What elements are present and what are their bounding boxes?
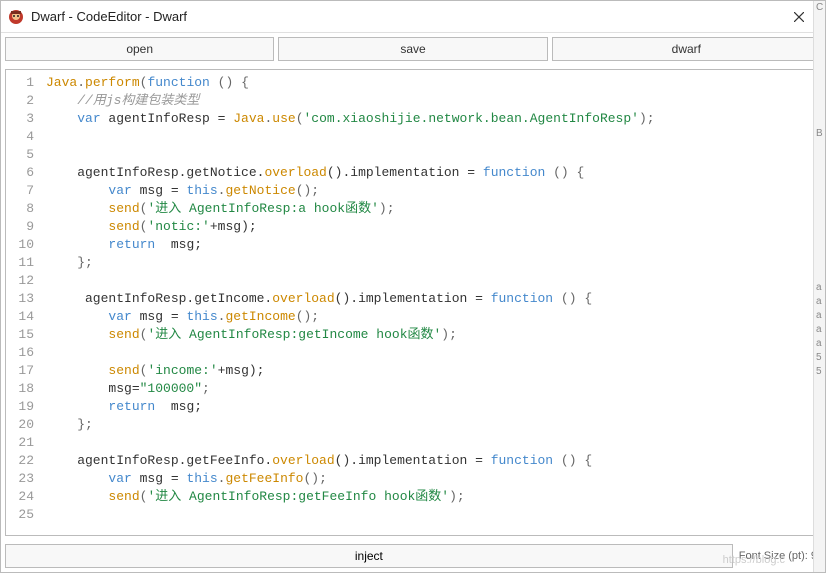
- code-line[interactable]: };: [46, 416, 655, 434]
- inject-button[interactable]: inject: [5, 544, 733, 568]
- code-line[interactable]: send('进入 AgentInfoResp:a hook函数');: [46, 200, 655, 218]
- code-line[interactable]: var agentInfoResp = Java.use('com.xiaosh…: [46, 110, 655, 128]
- code-line[interactable]: [46, 434, 655, 452]
- titlebar: Dwarf - CodeEditor - Dwarf: [1, 1, 825, 33]
- dwarf-button[interactable]: dwarf: [552, 37, 821, 61]
- code-line[interactable]: agentInfoResp.getNotice.overload().imple…: [46, 164, 655, 182]
- toolbar: open save dwarf: [1, 33, 825, 65]
- editor-window: Dwarf - CodeEditor - Dwarf open save dwa…: [0, 0, 826, 573]
- code-editor[interactable]: 1234567891011121314151617181920212223242…: [5, 69, 821, 536]
- code-line[interactable]: //用js构建包装类型: [46, 92, 655, 110]
- line-gutter: 1234567891011121314151617181920212223242…: [6, 70, 42, 528]
- code-body[interactable]: Java.perform(function () { //用js构建包装类型 v…: [42, 70, 663, 528]
- code-line[interactable]: agentInfoResp.getFeeInfo.overload().impl…: [46, 452, 655, 470]
- dwarf-app-icon: [7, 8, 25, 26]
- code-line[interactable]: return msg;: [46, 236, 655, 254]
- code-line[interactable]: [46, 344, 655, 362]
- code-line[interactable]: [46, 272, 655, 290]
- bottom-bar: inject Font Size (pt): 9: [1, 540, 825, 572]
- code-line[interactable]: var msg = this.getIncome();: [46, 308, 655, 326]
- code-line[interactable]: [46, 506, 655, 524]
- code-line[interactable]: send('income:'+msg);: [46, 362, 655, 380]
- code-line[interactable]: return msg;: [46, 398, 655, 416]
- save-button[interactable]: save: [278, 37, 547, 61]
- font-size-label: Font Size (pt): 9: [739, 550, 821, 562]
- code-line[interactable]: send('进入 AgentInfoResp:getFeeInfo hook函数…: [46, 488, 655, 506]
- open-button[interactable]: open: [5, 37, 274, 61]
- window-title: Dwarf - CodeEditor - Dwarf: [31, 9, 779, 24]
- right-sidebar-fragment: C B aaaaa55: [813, 1, 825, 572]
- code-line[interactable]: [46, 146, 655, 164]
- code-line[interactable]: [46, 128, 655, 146]
- code-line[interactable]: agentInfoResp.getIncome.overload().imple…: [46, 290, 655, 308]
- code-line[interactable]: };: [46, 254, 655, 272]
- code-line[interactable]: Java.perform(function () {: [46, 74, 655, 92]
- code-line[interactable]: send('notic:'+msg);: [46, 218, 655, 236]
- code-line[interactable]: var msg = this.getNotice();: [46, 182, 655, 200]
- code-line[interactable]: send('进入 AgentInfoResp:getIncome hook函数'…: [46, 326, 655, 344]
- code-line[interactable]: msg="100000";: [46, 380, 655, 398]
- code-line[interactable]: var msg = this.getFeeInfo();: [46, 470, 655, 488]
